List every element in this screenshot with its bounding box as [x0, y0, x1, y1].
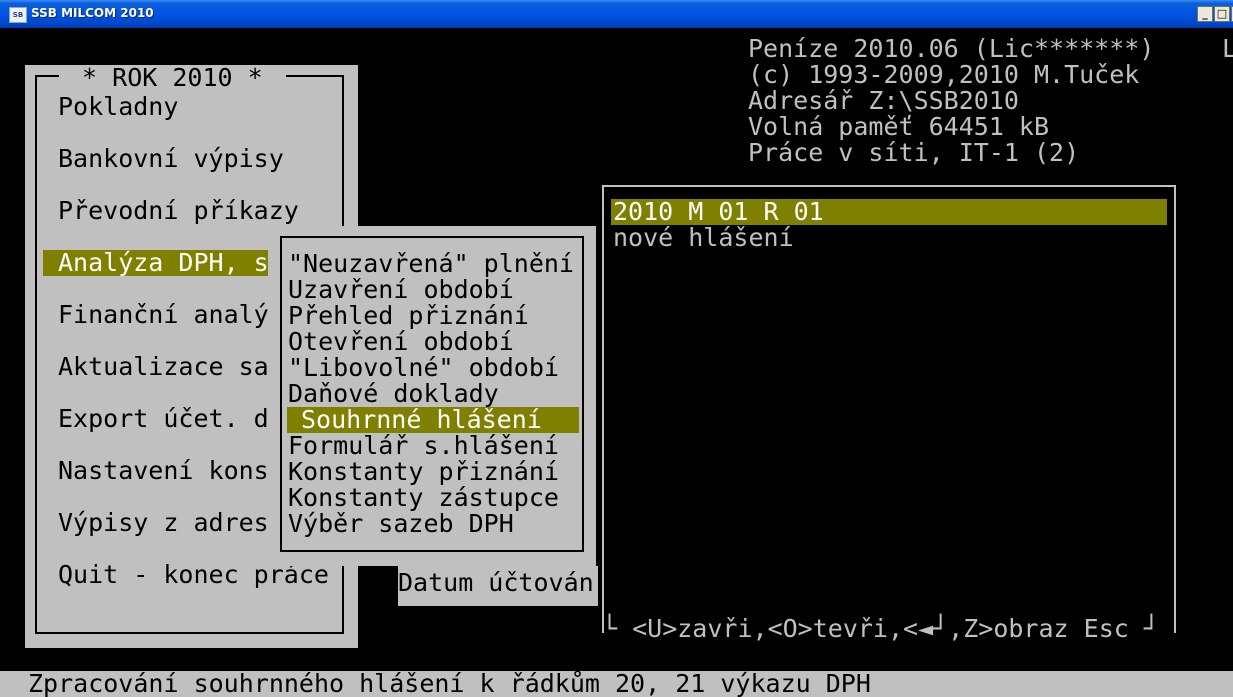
report-list: 2010 M 01 R 01 nové hlášení: [602, 185, 1176, 633]
app-icon[interactable]: SB: [9, 7, 27, 23]
dos-console: Peníze 2010.06 (Lic*******) (c) 1993-200…: [0, 28, 1233, 697]
submenu-item-unclosed[interactable]: "Neuzavřená" plnění: [288, 251, 574, 277]
submenu-item-vat-rates[interactable]: Výběr sazeb DPH: [288, 511, 514, 537]
status-bar: Zpracování souhrnného hlášení k řádkům 2…: [0, 671, 1233, 697]
submenu-item-report-form[interactable]: Formulář s.hlášení: [288, 433, 559, 459]
info-tail-char: L: [1222, 34, 1233, 63]
menu-item-pokladny[interactable]: Pokladny: [58, 94, 178, 120]
info-version: Peníze 2010.06 (Lic*******): [748, 34, 1155, 63]
datum-label: Datum účtován: [398, 568, 594, 597]
submenu-item-tax-docs[interactable]: Daňové doklady: [288, 381, 499, 407]
menu-item-bank[interactable]: Bankovní výpisy: [58, 146, 284, 172]
menu-item-transfer[interactable]: Převodní příkazy: [58, 198, 299, 224]
window-title: SSB MILCOM 2010: [31, 6, 154, 20]
submenu-item-any-period[interactable]: "Libovolné" období: [288, 355, 559, 381]
app-window: SB SSB MILCOM 2010 _ □ × Peníze 2010.06 …: [0, 0, 1233, 697]
datum-panel: Datum účtován: [398, 566, 598, 606]
minimize-button[interactable]: _: [1197, 6, 1213, 22]
menu-item-dph-analysis[interactable]: Analýza DPH, s: [43, 250, 303, 276]
list-key-hints: └ <U>zavři,<O>tevři,<◄┘,Z>obraz Esc ┘: [602, 614, 1159, 643]
title-bar[interactable]: SB SSB MILCOM 2010 _ □ ×: [0, 0, 1233, 28]
menu-item-export[interactable]: Export účet. d: [58, 406, 269, 432]
dph-submenu: "Neuzavřená" plnění Uzavření období Přeh…: [268, 226, 596, 566]
menu-item-settings[interactable]: Nastavení kons: [58, 458, 269, 484]
list-item-selected[interactable]: 2010 M 01 R 01: [611, 199, 1167, 225]
info-network: Práce v síti, IT-1 (2): [748, 138, 1080, 167]
submenu-item-close-period[interactable]: Uzavření období: [288, 277, 514, 303]
info-copyright: (c) 1993-2009,2010 M.Tuček: [748, 60, 1140, 89]
submenu-item-open-period[interactable]: Otevření období: [288, 329, 514, 355]
submenu-item-return-const[interactable]: Konstanty přiznání: [288, 459, 559, 485]
main-menu-title: * ROK 2010 *: [59, 65, 286, 91]
maximize-button[interactable]: □: [1214, 6, 1230, 22]
submenu-item-return-list[interactable]: Přehled přiznání: [288, 303, 529, 329]
menu-item-address[interactable]: Výpisy z adres: [58, 510, 269, 536]
list-item-new[interactable]: nové hlášení: [611, 225, 794, 251]
menu-item-update[interactable]: Aktualizace sa: [58, 354, 269, 380]
info-directory: Adresář Z:\SSB2010: [748, 86, 1019, 115]
submenu-item-summary-report[interactable]: Souhrnné hlášení: [287, 407, 579, 433]
submenu-item-agent-const[interactable]: Konstanty zástupce: [288, 485, 559, 511]
menu-item-financial[interactable]: Finanční analý: [58, 302, 269, 328]
info-memory: Volná paměť 64451 kB: [748, 112, 1050, 141]
